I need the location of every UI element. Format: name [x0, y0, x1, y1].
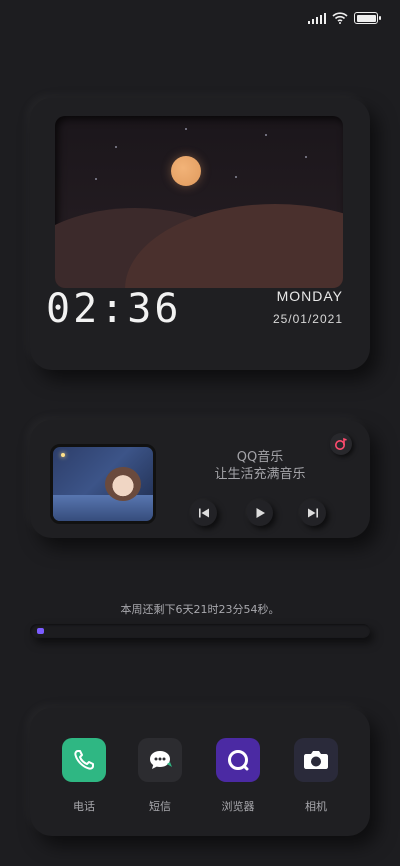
play-button[interactable]: [247, 500, 273, 526]
next-track-button[interactable]: [300, 500, 326, 526]
app-label-camera: 相机: [305, 800, 327, 813]
wifi-icon: [332, 12, 348, 24]
app-dock: 电话 短信 浏览器 相机: [30, 708, 370, 836]
week-progress-fill: [37, 628, 44, 634]
skip-next-icon: [308, 508, 318, 518]
app-phone[interactable]: 电话: [60, 738, 108, 814]
album-cover[interactable]: [50, 444, 156, 524]
battery-icon: [354, 12, 381, 24]
date-label: 25/01/2021: [272, 312, 343, 326]
app-label-messages: 短信: [149, 800, 171, 813]
browser-icon[interactable]: [216, 738, 260, 782]
previous-track-button[interactable]: [191, 500, 217, 526]
message-icon[interactable]: [138, 738, 182, 782]
moon: [171, 156, 201, 186]
app-label-browser: 浏览器: [221, 800, 255, 813]
play-icon: [256, 508, 265, 518]
week-countdown-text: 本周还剩下6天21时23分54秒。: [120, 603, 280, 616]
clock-widget[interactable]: 02:36 MONDAY 25/01/2021: [30, 98, 370, 370]
camera-icon[interactable]: [294, 738, 338, 782]
phone-icon[interactable]: [62, 738, 106, 782]
music-slogan: 让生活充满音乐: [214, 467, 306, 482]
app-messages[interactable]: 短信: [136, 738, 184, 814]
status-bar: [308, 10, 381, 26]
app-camera[interactable]: 相机: [292, 738, 340, 814]
skip-previous-icon: [199, 508, 209, 518]
app-label-phone: 电话: [73, 800, 95, 813]
app-browser[interactable]: 浏览器: [214, 738, 262, 814]
night-scene-image: [55, 116, 343, 288]
week-progress-bar: [30, 624, 370, 638]
clock-time: 02:36: [46, 286, 182, 332]
music-widget[interactable]: QQ音乐 让生活充满音乐: [30, 420, 370, 538]
day-of-week: MONDAY: [276, 288, 343, 304]
qq-music-icon[interactable]: [330, 433, 352, 455]
signal-icon: [308, 12, 326, 24]
